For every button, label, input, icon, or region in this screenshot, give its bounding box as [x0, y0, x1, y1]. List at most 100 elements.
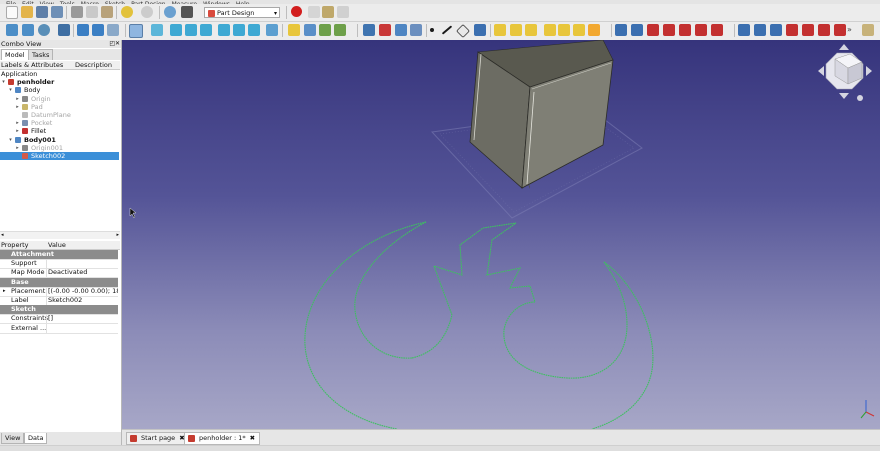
create-sketch-icon[interactable] [363, 24, 375, 36]
tree-item-pad[interactable]: ▸ Pad [0, 103, 119, 111]
copy-icon[interactable] [86, 6, 98, 18]
expand-toggle-icon[interactable]: ▾ [8, 136, 13, 144]
property-value[interactable]: [(-0.00 -0.00 0.00); 18... [48, 287, 118, 296]
helix-icon[interactable] [558, 24, 570, 36]
tree-header-labels[interactable]: Labels & Attributes [1, 61, 63, 69]
property-value[interactable]: Sketch002 [48, 296, 118, 305]
link-make-icon[interactable] [334, 24, 346, 36]
tab-penholder[interactable]: penholder : 1* ✖ [184, 432, 261, 445]
polar-pattern-icon[interactable] [770, 24, 782, 36]
link-icon[interactable] [107, 24, 119, 36]
draw-style-icon[interactable] [38, 24, 50, 36]
view-right-icon[interactable] [200, 24, 212, 36]
redo-icon[interactable] [141, 6, 153, 18]
property-header-name[interactable]: Property [1, 241, 29, 249]
save-icon[interactable] [36, 6, 48, 18]
3d-scene[interactable] [122, 40, 880, 429]
sketch002-profile[interactable] [304, 221, 654, 429]
penholder-box[interactable] [469, 40, 614, 189]
datum-point-icon[interactable] [430, 28, 434, 32]
boolean-icon[interactable] [862, 24, 874, 36]
datum-plane-icon[interactable] [455, 23, 471, 39]
subtractive-helix-icon[interactable] [695, 24, 707, 36]
new-file-icon[interactable] [6, 6, 18, 19]
pipe-icon[interactable] [544, 24, 556, 36]
additive-primitive-icon[interactable] [588, 24, 600, 36]
forward-icon[interactable] [92, 24, 104, 36]
stop-macro-icon[interactable] [308, 6, 320, 18]
open-file-icon[interactable] [21, 6, 33, 18]
groove-icon[interactable] [647, 24, 659, 36]
tree-item-penholder[interactable]: ▾ penholder [0, 78, 119, 86]
tree-header-description[interactable]: Description [75, 61, 112, 69]
tree-item-fillet[interactable]: ▸ Fillet [0, 127, 119, 135]
tree-item-sketch002[interactable]: Sketch002 [0, 152, 119, 160]
macros-icon[interactable] [322, 6, 334, 18]
mirrored-icon[interactable] [738, 24, 750, 36]
property-row[interactable]: External ... [0, 323, 118, 334]
loft-icon[interactable] [525, 24, 537, 36]
paste-icon[interactable] [101, 6, 113, 18]
tree-item-datumplane[interactable]: DatumPlane [0, 111, 119, 119]
property-header-value[interactable]: Value [48, 241, 66, 249]
property-value[interactable]: Deactivated [48, 268, 118, 277]
fillet-icon[interactable] [802, 24, 814, 36]
bounding-box-icon[interactable] [58, 24, 70, 36]
close-icon[interactable]: ✕ [115, 40, 120, 48]
expand-toggle-icon[interactable]: ▸ [3, 287, 6, 296]
tree-scrollbar[interactable]: ◂ ▸ [0, 231, 120, 239]
draft-icon[interactable] [834, 24, 846, 36]
additive-box-icon[interactable] [573, 24, 585, 36]
whats-this-icon[interactable] [181, 6, 193, 18]
tree-item-origin[interactable]: ▸ Origin [0, 95, 119, 103]
validate-sketch-icon[interactable] [379, 24, 391, 36]
save-as-icon[interactable] [51, 6, 63, 18]
multi-transform-icon[interactable] [786, 24, 798, 36]
subtractive-pipe-icon[interactable] [679, 24, 691, 36]
group-icon[interactable] [319, 24, 331, 36]
view-front-icon[interactable] [170, 24, 182, 36]
cut-icon[interactable] [71, 6, 83, 18]
chamfer-icon[interactable] [818, 24, 830, 36]
shape-binder-icon[interactable] [410, 24, 422, 36]
execute-macro-icon[interactable] [337, 6, 349, 18]
fit-selection-icon[interactable] [22, 24, 34, 36]
scroll-left-icon[interactable]: ◂ [1, 232, 4, 238]
view-bottom-icon[interactable] [233, 24, 245, 36]
view-top-icon[interactable] [185, 24, 197, 36]
navigation-cube[interactable] [818, 44, 872, 101]
tab-data[interactable]: Data [24, 433, 47, 444]
expand-toggle-icon[interactable]: ▸ [15, 144, 20, 152]
close-tab-icon[interactable]: ✖ [250, 434, 255, 442]
tree-item-pocket[interactable]: ▸ Pocket [0, 119, 119, 127]
subtractive-primitive-icon[interactable] [711, 24, 723, 36]
tab-tasks[interactable]: Tasks [28, 49, 54, 60]
back-icon[interactable] [77, 24, 89, 36]
expand-toggle-icon[interactable]: ▸ [15, 95, 20, 103]
view-left-icon[interactable] [248, 24, 260, 36]
expand-toggle-icon[interactable]: ▸ [15, 119, 20, 127]
std-views-icon[interactable] [129, 24, 143, 38]
create-part-icon[interactable] [304, 24, 316, 36]
record-macro-icon[interactable] [291, 6, 302, 17]
tab-view[interactable]: View [1, 433, 25, 444]
linear-pattern-icon[interactable] [754, 24, 766, 36]
revolution-icon[interactable] [510, 24, 522, 36]
tree-item-body001[interactable]: ▾ Body001 [0, 136, 119, 144]
expand-toggle-icon[interactable]: ▾ [1, 78, 6, 86]
tree-item-origin001[interactable]: ▸ Origin001 [0, 144, 119, 152]
create-body-icon[interactable] [288, 24, 300, 36]
expand-toggle-icon[interactable]: ▸ [15, 103, 20, 111]
map-sketch-icon[interactable] [395, 24, 407, 36]
scroll-right-icon[interactable]: ▸ [116, 232, 119, 238]
view-rear-icon[interactable] [218, 24, 230, 36]
local-cs-icon[interactable] [474, 24, 486, 36]
expand-toggle-icon[interactable]: ▸ [15, 127, 20, 135]
tree-item-body[interactable]: ▾ Body [0, 86, 119, 94]
hole-icon[interactable] [631, 24, 643, 36]
tab-model[interactable]: Model [1, 49, 29, 60]
datum-line-icon[interactable] [441, 25, 453, 35]
workbench-selector[interactable]: Part Design ▾ [204, 7, 280, 18]
subtractive-loft-icon[interactable] [663, 24, 675, 36]
pad-icon[interactable] [494, 24, 506, 36]
